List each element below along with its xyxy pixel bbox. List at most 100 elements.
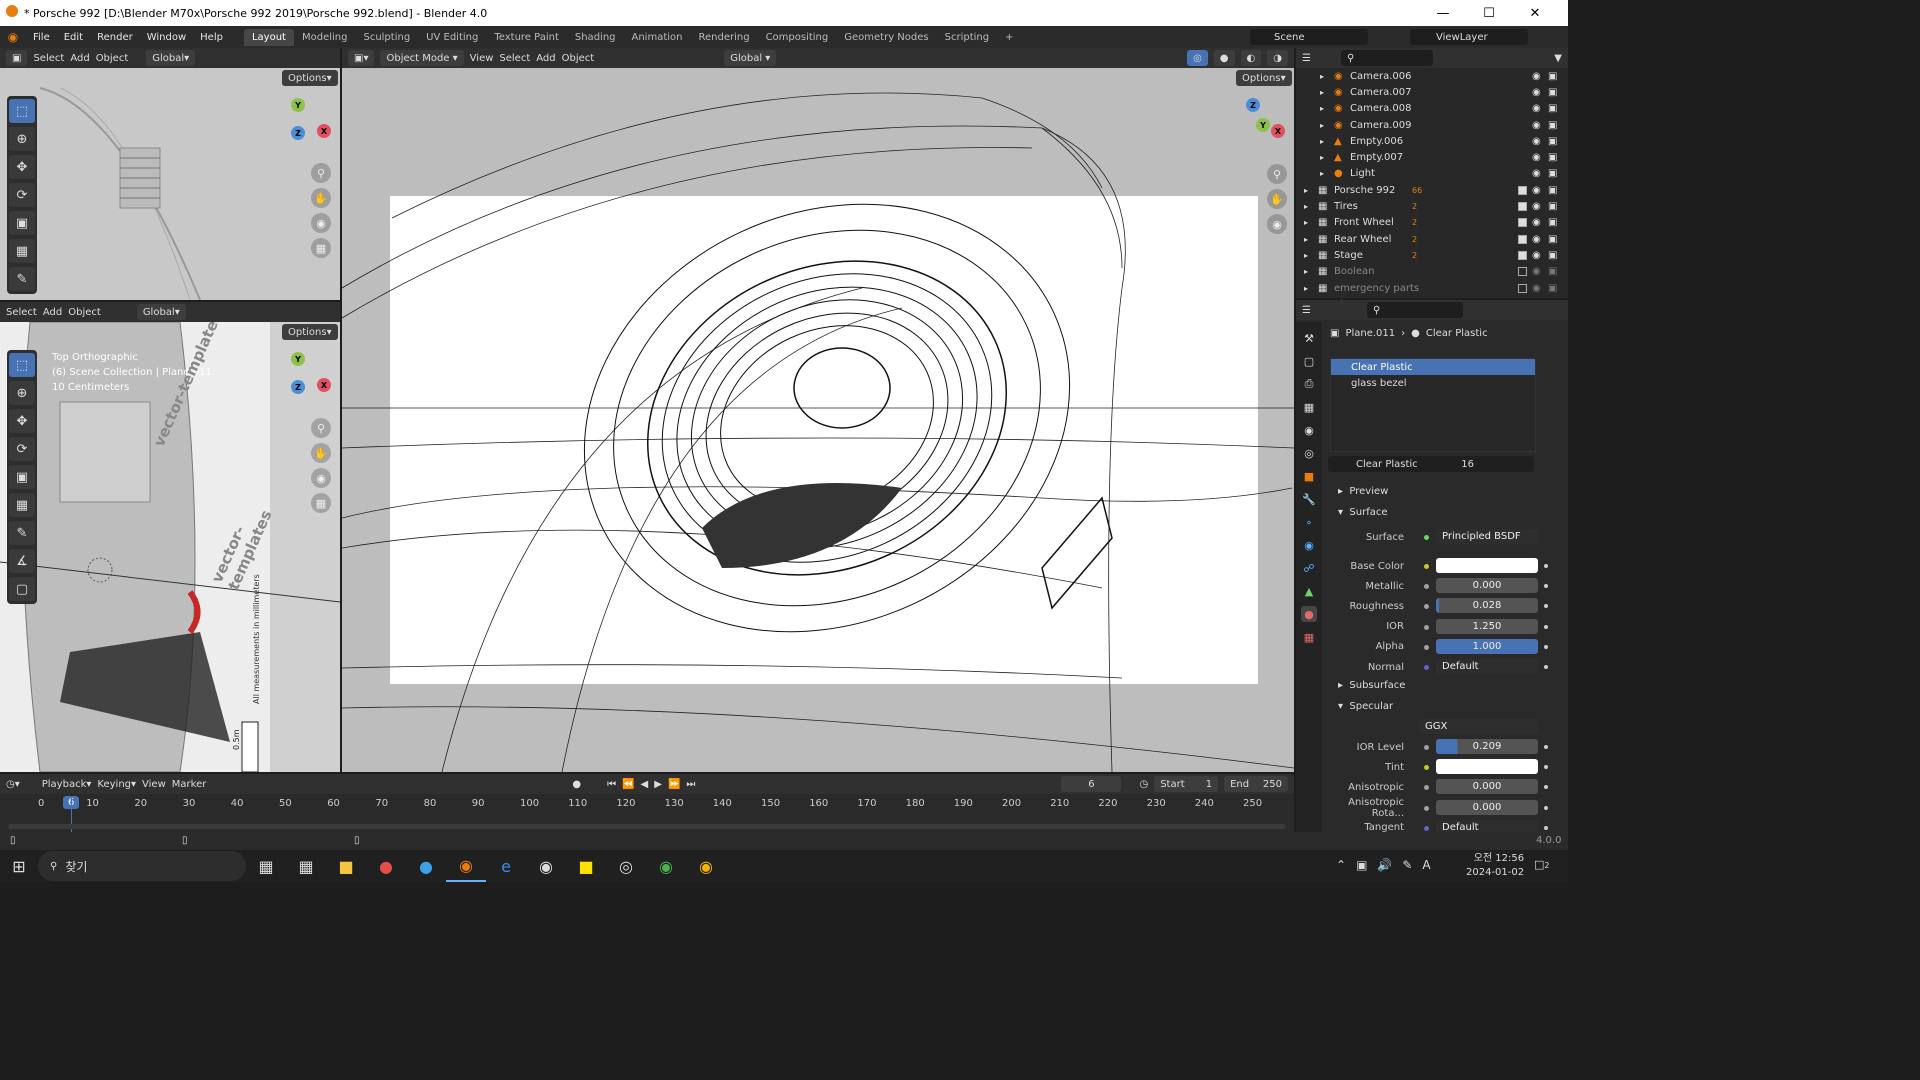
rotate-icon[interactable]: ⟳ (9, 183, 35, 207)
expand-arrow-icon[interactable]: ▸ (1320, 72, 1324, 81)
pan-hand-icon[interactable]: ✋ (1267, 189, 1287, 209)
property-field[interactable]: Default (1436, 659, 1538, 674)
task-view-icon[interactable]: ▦ (246, 850, 286, 882)
menu-select[interactable]: Select (33, 53, 64, 64)
material-slot-list[interactable]: Clear Plastic glass bezel (1330, 358, 1536, 452)
properties-search-input[interactable]: ⚲ (1366, 302, 1463, 318)
grid-view-icon[interactable]: ▦ (311, 238, 331, 258)
outliner-row[interactable]: ▸ ▲ Empty.007 ◉ ▣ (1296, 149, 1568, 165)
property-field[interactable]: 0.209 (1436, 739, 1538, 754)
jump-end-icon[interactable]: ⏭ (686, 779, 695, 790)
tab-compositing[interactable]: Compositing (758, 29, 837, 46)
socket-icon[interactable] (1424, 564, 1429, 569)
transform-icon[interactable]: ▦ (9, 239, 35, 263)
expand-arrow-icon[interactable]: ▸ (1304, 202, 1308, 211)
expand-arrow-icon[interactable]: ▸ (1320, 153, 1324, 162)
options-button[interactable]: Options ▾ (282, 70, 338, 86)
outliner-row[interactable]: ▸ ◉ Camera.008 ◉ ▣ (1296, 101, 1568, 117)
outliner-row[interactable]: ▸ ◉ Camera.007 ◉ ▣ (1296, 84, 1568, 100)
close-button[interactable]: ✕ (1512, 0, 1558, 26)
gizmo-z-icon[interactable]: Z (1246, 98, 1260, 112)
include-checkbox[interactable] (1518, 185, 1527, 195)
taskbar-search[interactable]: ⚲ 찾기 (38, 851, 246, 881)
timeline-ruler[interactable]: 0 10 20 30 40 50 60 70 80 90 100 110 120 130 140 150 160… (0, 796, 1294, 812)
visibility-eye-icon[interactable]: ◉ (1532, 152, 1541, 163)
expand-arrow-icon[interactable]: ▸ (1304, 251, 1308, 260)
tab-rendering[interactable]: Rendering (690, 29, 757, 46)
menu-keying[interactable]: Keying▾ (97, 779, 136, 790)
visibility-eye-icon[interactable]: ◉ (1532, 168, 1541, 179)
menu-help[interactable]: Help (193, 32, 230, 43)
property-field[interactable]: 1.250 (1436, 618, 1538, 634)
pan-hand-icon[interactable]: ✋ (311, 188, 331, 208)
outliner-search-input[interactable]: ⚲ (1340, 50, 1433, 66)
tab-scripting[interactable]: Scripting (937, 29, 997, 46)
material-tab-icon[interactable]: ● (1301, 606, 1317, 622)
ie-icon[interactable]: e (486, 850, 526, 882)
property-field[interactable]: 1.000 (1436, 638, 1538, 654)
camera-view-icon[interactable]: ◉ (1267, 214, 1287, 234)
outliner-item-label[interactable]: Tires (1334, 201, 1358, 212)
material-shading-icon[interactable]: ◐ (1240, 50, 1262, 66)
outliner-row[interactable]: ▸ ▦ Front Wheel 2 ◉ ▣ (1296, 215, 1568, 231)
outliner-item-label[interactable]: Boolean (1334, 266, 1375, 277)
chrome2-icon[interactable]: ◉ (686, 850, 726, 882)
outliner-item-label[interactable]: Empty.007 (1350, 152, 1403, 163)
gizmo-z-icon[interactable]: Z (291, 126, 305, 140)
tab-texture-paint[interactable]: Texture Paint (486, 29, 567, 46)
property-field[interactable]: 0.000 (1436, 578, 1538, 594)
outliner-row[interactable]: ▸ ▲ Empty.006 ◉ ▣ (1296, 133, 1568, 149)
scene-selector[interactable]: Scene (1250, 29, 1368, 45)
constraints-tab-icon[interactable]: ☍ (1301, 560, 1317, 576)
play-reverse-icon[interactable]: ◀ (641, 779, 649, 790)
kakaotalk-icon[interactable]: ■ (566, 850, 606, 882)
pan-hand-icon[interactable]: ✋ (311, 443, 331, 463)
outliner-item-label[interactable]: Camera.009 (1350, 120, 1412, 131)
tab-uv-editing[interactable]: UV Editing (418, 29, 486, 46)
subsurface-panel-header[interactable]: ▸ Subsurface (1338, 680, 1405, 691)
editor-type-icon[interactable]: ▣▾ (348, 50, 375, 66)
visibility-eye-icon[interactable]: ◉ (1532, 234, 1541, 245)
gizmo-x-icon[interactable]: X (317, 378, 331, 392)
menu-select[interactable]: Select (499, 53, 530, 64)
outliner-item-label[interactable]: Camera.008 (1350, 103, 1412, 114)
end-frame-field[interactable]: End 250 (1224, 776, 1288, 792)
next-key-icon[interactable]: ⏩ (668, 779, 680, 790)
outliner-item-label[interactable]: Porsche 992 (1334, 185, 1395, 196)
menu-playback[interactable]: Playback▾ (42, 779, 92, 790)
rendered-shading-icon[interactable]: ◑ (1267, 50, 1288, 66)
main-viewport[interactable]: Options ▾ Z Y X ⚲ ✋ ◉ (342, 68, 1294, 772)
menu-window[interactable]: Window (140, 32, 193, 43)
blender-taskbar-icon[interactable]: ◉ (446, 850, 486, 882)
render-camera-icon[interactable]: ▣ (1548, 152, 1557, 163)
modifier-tab-icon[interactable]: 🔧 (1301, 491, 1317, 507)
include-checkbox[interactable] (1518, 267, 1527, 277)
render-camera-icon[interactable]: ▣ (1548, 250, 1557, 261)
preview-panel-header[interactable]: ▸ Preview (1338, 486, 1388, 497)
menu-marker[interactable]: Marker (172, 779, 207, 790)
editor-type-icon[interactable]: ▣ (6, 50, 28, 66)
visibility-eye-icon[interactable]: ◉ (1532, 87, 1541, 98)
outliner-row[interactable]: ▸ ▦ Rear Wheel 2 ◉ ▣ (1296, 231, 1568, 247)
menu-add[interactable]: Add (43, 307, 62, 318)
visibility-eye-icon[interactable]: ◉ (1532, 103, 1541, 114)
tool-tab-icon[interactable]: ⚒ (1301, 330, 1317, 346)
render-camera-icon[interactable]: ▣ (1548, 87, 1557, 98)
keyframe-dot-icon[interactable] (1544, 644, 1548, 649)
include-checkbox[interactable] (1518, 250, 1527, 260)
stopwatch-icon[interactable]: ◷ (1139, 779, 1148, 790)
outliner-row[interactable]: ▸ ◉ Camera.006 ◉ ▣ (1296, 68, 1568, 84)
tray-chevron-icon[interactable]: ⌃ (1336, 858, 1346, 872)
prev-key-icon[interactable]: ⏪ (622, 779, 634, 790)
outliner-item-label[interactable]: Empty.006 (1350, 136, 1403, 147)
measure-icon[interactable]: ∡ (9, 549, 35, 573)
visibility-eye-icon[interactable]: ◉ (1532, 71, 1541, 82)
property-field[interactable] (1436, 759, 1538, 775)
visibility-eye-icon[interactable]: ◉ (1532, 250, 1541, 261)
zoom-icon[interactable]: ⚲ (311, 163, 331, 183)
menu-object[interactable]: Object (68, 307, 101, 318)
render-camera-icon[interactable]: ▣ (1548, 136, 1557, 147)
add-workspace-icon[interactable]: + (997, 29, 1021, 46)
solid-shading-icon[interactable]: ● (1213, 50, 1235, 66)
play-icon[interactable]: ▶ (654, 779, 662, 790)
